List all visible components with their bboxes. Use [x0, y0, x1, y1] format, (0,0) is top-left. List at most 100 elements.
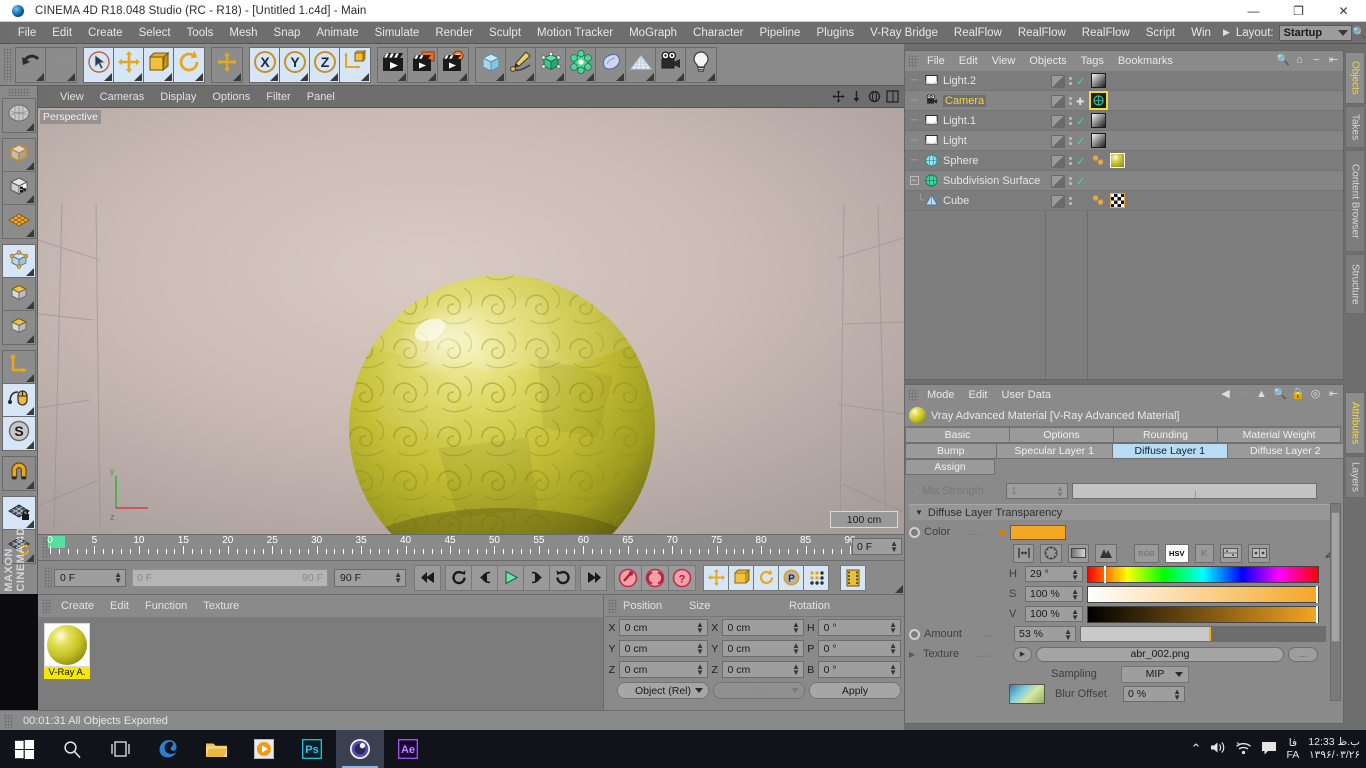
menu-item-file[interactable]: File [10, 22, 45, 44]
viewport-menu-view[interactable]: View [52, 86, 92, 108]
enable-indicator[interactable]: ✚ [1076, 92, 1088, 110]
hsv-slider-s[interactable] [1087, 585, 1319, 603]
color-range-button[interactable] [1013, 543, 1035, 563]
home-icon[interactable]: ⌂ [1293, 54, 1306, 66]
visibility-dots[interactable] [1069, 77, 1072, 85]
viewport-menu-cameras[interactable]: Cameras [92, 86, 153, 108]
hsv-slider-v[interactable] [1087, 605, 1319, 623]
material-menu-create[interactable]: Create [53, 595, 102, 617]
color-radio-icon[interactable] [909, 526, 920, 538]
notification-icon[interactable] [1261, 741, 1277, 758]
rgb-mode-button[interactable]: RGB [1134, 543, 1159, 563]
menu-overflow-arrow[interactable]: ▶ [1219, 27, 1234, 38]
start-button[interactable] [0, 730, 48, 768]
color-wheel-button[interactable] [1040, 543, 1062, 563]
rotation-keys-button[interactable] [753, 564, 779, 591]
menu-item-sculpt[interactable]: Sculpt [481, 22, 529, 44]
attribute-tab-options[interactable]: Options [1009, 427, 1114, 443]
point-level-animation-button[interactable] [803, 564, 829, 591]
size-z-field[interactable]: 0 cm ▲ ▼ [721, 661, 804, 678]
menu-item-script[interactable]: Script [1138, 22, 1183, 44]
size-x-field[interactable]: 0 cm ▲ ▼ [721, 619, 804, 636]
render-view-button[interactable] [378, 47, 408, 82]
layer-color-swatch[interactable] [1051, 154, 1065, 168]
menu-item-select[interactable]: Select [131, 22, 179, 44]
visibility-dots[interactable] [1069, 197, 1072, 205]
make-editable-tool[interactable] [2, 99, 35, 132]
language-indicator[interactable]: فا FA [1286, 737, 1299, 761]
timeline-ruler[interactable]: 0 5 10 15 20 25 30 35 40 45 50 55 60 65 70 75 80 85 90 0 F… [38, 534, 904, 560]
add-generator-button[interactable] [536, 47, 566, 82]
preview-range-slider[interactable]: 0 F 90 F [132, 568, 328, 587]
rotate-tool[interactable] [174, 47, 204, 82]
spinner-icon[interactable]: ▲ ▼ [792, 621, 800, 635]
color-link-dot-icon[interactable] [1000, 529, 1006, 535]
spinner-icon[interactable]: ▲ ▼ [1071, 588, 1079, 602]
add-light-button[interactable] [686, 47, 716, 82]
texture-mode[interactable] [2, 172, 35, 205]
object-row-sphere[interactable]: ─ Sphere ✓ [905, 151, 1343, 171]
go-to-end-button[interactable] [580, 564, 607, 591]
world-axis-tool[interactable] [212, 47, 242, 82]
lock-x-axis[interactable]: X [250, 47, 280, 82]
texture-path-field[interactable]: abr_002.png [1036, 646, 1284, 662]
search-icon[interactable]: 🔍 [1352, 26, 1366, 39]
chevron-up-icon[interactable]: ⌃ [1191, 741, 1202, 757]
scale-tool[interactable] [144, 47, 174, 82]
object-menu-edit[interactable]: Edit [952, 50, 985, 72]
spinner-icon[interactable]: ▲ ▼ [1064, 628, 1072, 642]
task-view-button[interactable] [96, 730, 144, 768]
material-menu-edit[interactable]: Edit [102, 595, 137, 617]
redo-button[interactable] [46, 47, 76, 82]
play-button[interactable] [497, 564, 524, 591]
tree-expander[interactable]: ─ [905, 95, 923, 106]
apply-button[interactable]: Apply [809, 682, 901, 699]
add-spline-button[interactable] [506, 47, 536, 82]
position-keys-button[interactable] [703, 564, 729, 591]
material-manager-body[interactable]: V-Ray A. [38, 617, 603, 711]
menu-item-realflow-1[interactable]: RealFlow [946, 22, 1010, 44]
menu-item-render[interactable]: Render [427, 22, 481, 44]
enable-indicator[interactable]: ✓ [1076, 152, 1088, 170]
add-scene-object-button[interactable] [596, 47, 626, 82]
object-row-subdivision-surface[interactable]: − Subdivision Surface ✓ [905, 171, 1343, 191]
visibility-dots[interactable] [1069, 177, 1072, 185]
attribute-tab-diffuse-layer-1[interactable]: Diffuse Layer 1 [1111, 443, 1228, 459]
tree-expander[interactable]: ─ [905, 135, 923, 146]
cinema4d-button[interactable] [336, 730, 384, 768]
maximize-view-icon[interactable] [885, 89, 900, 104]
volume-icon[interactable] [1210, 740, 1226, 758]
size-y-field[interactable]: 0 cm ▲ ▼ [721, 640, 804, 657]
spinner-icon[interactable]: ▲ ▼ [792, 642, 800, 656]
vertical-tab-structure[interactable]: Structure [1345, 254, 1365, 314]
menu-item-snap[interactable]: Snap [266, 22, 309, 44]
menu-item-create[interactable]: Create [80, 22, 131, 44]
spinner-icon[interactable]: ▲ ▼ [114, 570, 122, 584]
attribute-tab-material-weight[interactable]: Material Weight [1217, 427, 1341, 443]
tree-expander[interactable]: ─ [905, 155, 923, 166]
forward-arrow-icon[interactable]: ▶ [1237, 387, 1250, 400]
after-effects-button[interactable]: Ae [384, 730, 432, 768]
coordinates-grip[interactable] [608, 598, 617, 613]
attribute-menu-user-data[interactable]: User Data [995, 384, 1059, 406]
size-mode-dropdown[interactable]: Size [713, 682, 805, 699]
menu-item-pipeline[interactable]: Pipeline [752, 22, 809, 44]
object-menu-tags[interactable]: Tags [1074, 50, 1111, 72]
spinner-icon[interactable]: ▲ ▼ [696, 663, 704, 677]
rotation-p-field[interactable]: 0 ° ▲ ▼ [817, 640, 902, 657]
maximize-button[interactable]: ❐ [1276, 0, 1321, 22]
menu-item-plugins[interactable]: Plugins [808, 22, 862, 44]
object-row-light-1[interactable]: ─ Light.1 ✓ [905, 111, 1343, 131]
object-manager-list[interactable]: ─ Light.2 ✓ ─ Camera ✚ ─ Light.1 ✓ ─ Light ✓ ─ Sphere… [905, 71, 1343, 379]
tree-expander[interactable]: − [905, 175, 923, 186]
material-tag-icon[interactable] [1091, 153, 1106, 168]
start-frame-field[interactable]: 0 F ▲ ▼ [54, 568, 126, 587]
kelvin-mode-button[interactable]: K [1194, 543, 1214, 563]
object-row-light[interactable]: ─ Light ✓ [905, 131, 1343, 151]
layer-color-swatch[interactable] [1051, 74, 1065, 88]
attribute-tab-assign[interactable]: Assign [905, 459, 995, 475]
tree-expander[interactable]: ─ [905, 115, 923, 126]
texture-tag-icon[interactable] [1110, 193, 1125, 208]
mix-strength-field[interactable]: 1 ▲ ▼ [1006, 483, 1068, 499]
object-manager-grip[interactable] [908, 54, 918, 68]
